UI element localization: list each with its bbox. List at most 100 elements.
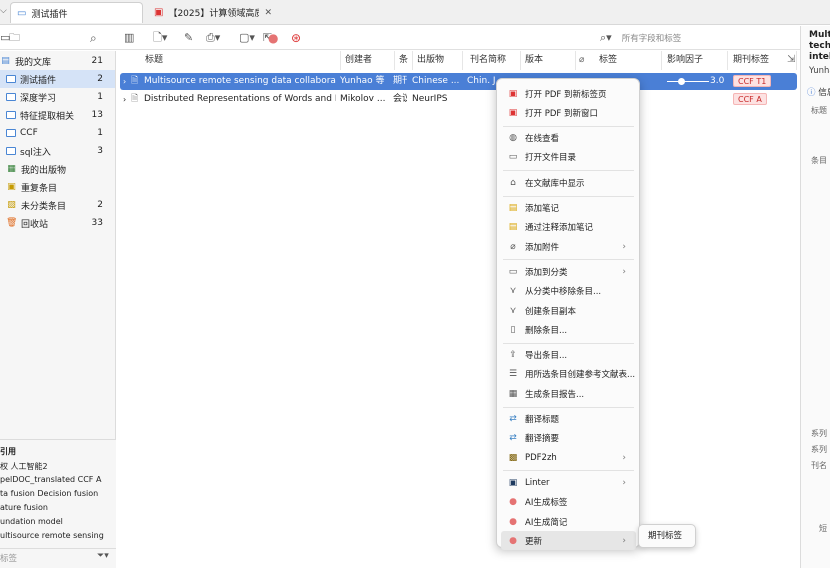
info-icon: ⓘ bbox=[807, 88, 816, 98]
ai-icon[interactable]: ● bbox=[268, 30, 278, 46]
row-publication: Chinese ... bbox=[412, 76, 460, 86]
collection-item[interactable]: 测试插件 2 bbox=[0, 70, 115, 88]
column-header-impact[interactable]: 影响因子 bbox=[663, 51, 728, 70]
collection-item[interactable]: CCF 1 bbox=[0, 124, 115, 142]
menu-item[interactable]: ▣ 打开 PDF 到新标签页 bbox=[501, 84, 636, 103]
field-label: 系列 bbox=[811, 429, 827, 438]
trash-icon: ▯ bbox=[510, 324, 516, 335]
column-header-publication[interactable]: 出版物 bbox=[413, 51, 463, 70]
chevron-down-icon[interactable]: ⌵ bbox=[0, 6, 7, 16]
menu-item[interactable]: ▤ 添加笔记 bbox=[501, 199, 636, 218]
menu-item[interactable]: ▣ 打开 PDF 到新窗口 bbox=[501, 103, 636, 122]
menu-item[interactable]: ▭ 添加到分类 › bbox=[501, 262, 636, 281]
menu-item-label: 添加笔记 bbox=[525, 204, 560, 214]
collection-item[interactable]: ▣ 重复条目 bbox=[0, 178, 115, 196]
conference-paper-icon: 🗎 bbox=[131, 94, 139, 104]
table-row[interactable]: › 🗎 Distributed Representations of Words… bbox=[120, 91, 797, 108]
menu-item[interactable]: ▩ PDF2zh › bbox=[501, 448, 636, 467]
collection-item[interactable]: 特征提取相关 13 bbox=[0, 106, 115, 124]
magic-wand-icon[interactable]: ✎ bbox=[184, 30, 193, 46]
folder-icon bbox=[6, 75, 16, 83]
tag-row[interactable]: 权 人工智能2 bbox=[0, 461, 48, 472]
section-info[interactable]: ⓘ 信息 bbox=[807, 86, 830, 98]
menu-item-journal-tag[interactable]: 期刊标签 bbox=[648, 531, 682, 541]
column-header-abbrev[interactable]: 刊名简称 bbox=[466, 51, 521, 70]
slider-knob[interactable] bbox=[678, 78, 685, 85]
pdf-icon: ▣ bbox=[154, 7, 164, 18]
attachment-add-icon[interactable]: ⎙▾ bbox=[206, 30, 220, 46]
new-folder-icon[interactable]: 🗀 bbox=[9, 30, 20, 46]
menu-item-label: 删除条目... bbox=[525, 325, 568, 336]
menu-item[interactable]: ▯ 删除条目... bbox=[501, 320, 636, 339]
column-header-creator[interactable]: 创建者 bbox=[341, 51, 395, 70]
status-badge: CCF A bbox=[733, 93, 767, 105]
tag-filter-input[interactable]: 标签 ⏷▾ bbox=[0, 548, 116, 566]
collection-label: sql注入 bbox=[20, 147, 51, 158]
ai-icon: ● bbox=[509, 516, 517, 527]
menu-item[interactable]: ⌀ 添加附件 › bbox=[501, 237, 636, 256]
add-collection-icon: ▭ bbox=[508, 266, 518, 277]
collection-item[interactable]: ▤ 我的文库 21 bbox=[0, 52, 115, 70]
collection-item[interactable]: ▨ 未分类条目 2 bbox=[0, 196, 115, 214]
menu-item[interactable]: ● AI生成标签 bbox=[501, 493, 636, 512]
collection-item[interactable]: 深度学习 1 bbox=[0, 88, 115, 106]
row-type: 期刊 bbox=[393, 76, 407, 86]
menu-item[interactable]: ● 更新 › bbox=[501, 531, 636, 551]
menu-item[interactable]: ⇄ 翻译标题 bbox=[501, 410, 636, 429]
search-field[interactable]: ⌕▾ 所有字段和标签 bbox=[600, 29, 796, 46]
tag-header: 引用 bbox=[0, 447, 16, 456]
menu-item[interactable]: ⌂ 在文献库中显示 bbox=[501, 173, 636, 192]
column-header-title[interactable]: 标题 bbox=[141, 51, 341, 70]
collection-label: CCF bbox=[20, 128, 38, 138]
menu-item[interactable]: ⋎ 从分类中移除条目... bbox=[501, 282, 636, 301]
column-header-edition[interactable]: 版本 bbox=[521, 51, 576, 70]
row-creator: Yunhao 等 bbox=[340, 76, 385, 86]
menu-item[interactable]: ▦ 生成条目报告... bbox=[501, 384, 636, 403]
tag-row[interactable]: pelDOC_translated CCF A bbox=[0, 475, 101, 484]
context-menu: ▣ 打开 PDF 到新标签页 ▣ 打开 PDF 到新窗口 ◍ 在线查看 ▭ 打开文件目录 ⌂ 在文… bbox=[496, 78, 640, 551]
export-icon: ⇪ bbox=[509, 350, 517, 361]
menu-item[interactable]: ⇄ 翻译摘要 bbox=[501, 429, 636, 448]
new-item-icon[interactable]: 🗋▾ bbox=[153, 30, 167, 46]
library-show-icon: ⌂ bbox=[510, 177, 516, 188]
menu-item[interactable]: ⋎ 创建条目副本 bbox=[501, 301, 636, 320]
tab-bar: ⌵ ▭ 测试插件 ▣ 【2025】计算领域高质量 ✕ bbox=[0, 0, 830, 25]
tab-library[interactable]: ▭ 测试插件 bbox=[10, 2, 143, 23]
collection-item[interactable]: sql注入 3 bbox=[0, 142, 115, 160]
collection-item[interactable]: ▦ 我的出版物 bbox=[0, 160, 115, 178]
menu-item-label: 翻译摘要 bbox=[525, 434, 560, 445]
column-header-type[interactable]: 条 bbox=[395, 51, 413, 70]
tab-pdf[interactable]: ▣ 【2025】计算领域高质量 ✕ bbox=[148, 2, 278, 23]
search-icon[interactable]: ⌕ bbox=[90, 30, 97, 46]
translate-icon: ⇄ bbox=[509, 414, 517, 424]
column-picker-icon[interactable]: ⇲ bbox=[787, 54, 795, 65]
menu-item[interactable]: ◍ 在线查看 bbox=[501, 129, 636, 148]
menu-item[interactable]: ▤ 通过注释添加笔记 bbox=[501, 218, 636, 237]
note-add-icon[interactable]: ▢▾ bbox=[239, 30, 255, 46]
menu-item-label: 添加附件 bbox=[525, 242, 560, 253]
tag-row[interactable]: ta fusion Decision fusion bbox=[0, 489, 98, 498]
close-icon[interactable]: ✕ bbox=[264, 8, 272, 18]
note-icon: ▤ bbox=[508, 203, 518, 213]
pane-toggle-icon[interactable]: ▥ bbox=[124, 30, 134, 46]
item-title: techr bbox=[809, 41, 830, 51]
menu-item[interactable]: ⇪ 导出条目... bbox=[501, 346, 636, 365]
table-row[interactable]: › 🗎 Multisource remote sensing data coll… bbox=[120, 73, 797, 90]
menu-item-label: 在文献库中显示 bbox=[525, 178, 585, 189]
menu-item[interactable]: ☰ 用所选条目创建参考文献表... bbox=[501, 365, 636, 384]
column-header-tags[interactable]: 标签 bbox=[595, 51, 662, 70]
paperclip-icon[interactable]: ⌀ bbox=[579, 55, 584, 65]
tag-row[interactable]: ultisource remote sensing bbox=[0, 531, 104, 540]
menu-item[interactable]: ● AI生成简记 bbox=[501, 512, 636, 531]
menu-item-label: 用所选条目创建参考文献表... bbox=[525, 370, 636, 381]
menu-item[interactable]: ▣ Linter › bbox=[501, 473, 636, 492]
globe-icon: ◍ bbox=[509, 133, 517, 144]
tag-row[interactable]: undation model bbox=[0, 517, 63, 526]
expand-icon[interactable]: › bbox=[123, 73, 126, 90]
openai-icon[interactable]: ⊛ bbox=[291, 30, 301, 46]
tag-row[interactable]: ature fusion bbox=[0, 503, 48, 512]
menu-item[interactable]: ▭ 打开文件目录 bbox=[501, 148, 636, 167]
filter-icon[interactable]: ⏷▾ bbox=[97, 551, 109, 561]
collection-item[interactable]: 🗑 回收站 33 bbox=[0, 214, 115, 232]
expand-icon[interactable]: › bbox=[123, 91, 126, 108]
